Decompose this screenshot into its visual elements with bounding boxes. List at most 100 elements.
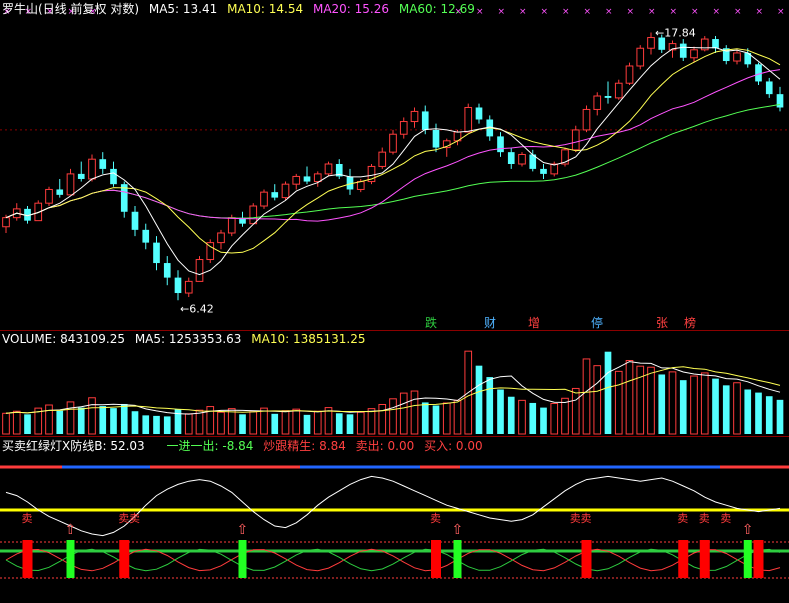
candle-body bbox=[765, 81, 773, 95]
volume-bar bbox=[776, 399, 784, 434]
volume-panel-header: VOLUME: 843109.25 MA5: 1253353.63 MA10: … bbox=[2, 332, 371, 346]
limit-marker: × bbox=[519, 7, 527, 17]
volume-bar bbox=[99, 406, 107, 434]
stock-name: 罗牛山 bbox=[2, 2, 39, 16]
buy-arrow-icon: ⇧ bbox=[742, 522, 754, 538]
volume-bar bbox=[410, 390, 419, 435]
sell-label: 卖 bbox=[430, 512, 441, 525]
volume-bar bbox=[658, 374, 666, 434]
volume-bar bbox=[56, 410, 64, 434]
red-light-bar bbox=[431, 540, 441, 578]
volume-bar bbox=[131, 411, 139, 434]
volume-bar bbox=[346, 414, 354, 434]
sell-label: 卖 bbox=[118, 512, 129, 525]
red-light-bar bbox=[699, 540, 710, 578]
volume-bar bbox=[712, 378, 719, 434]
candle-body bbox=[679, 43, 687, 58]
high-annotation: ←17.84 bbox=[655, 27, 696, 40]
volume-bar bbox=[217, 411, 225, 435]
limit-marker: × bbox=[627, 7, 635, 17]
volume-bar bbox=[668, 371, 677, 435]
line-b-label: 防线B: 52.03 bbox=[70, 439, 145, 453]
candle-body bbox=[303, 176, 311, 182]
volume-bar bbox=[475, 365, 483, 434]
chart-canvas: × × × × × × × × × × × × × × × × × × × × ×←17.84←6.42⇧ ⇧ ⇧ ⇧卖卖卖卖… bbox=[0, 7, 789, 579]
candle-body bbox=[131, 211, 139, 230]
volume-bar bbox=[540, 407, 547, 434]
volume-bar bbox=[647, 366, 655, 435]
sell-label: 卖 bbox=[720, 512, 731, 525]
candle-body bbox=[356, 181, 365, 190]
candle-body bbox=[389, 133, 397, 153]
volume-bar bbox=[88, 397, 96, 435]
volume-bar bbox=[367, 408, 376, 435]
volume-bar bbox=[518, 399, 526, 435]
candle-body bbox=[163, 263, 171, 278]
volume-bar bbox=[497, 389, 504, 434]
candle-body bbox=[582, 108, 591, 131]
volume-bar bbox=[184, 413, 193, 435]
buy-arrow-icon: ⇧ bbox=[452, 522, 464, 538]
volume-bar bbox=[486, 377, 494, 434]
green-light-bar bbox=[453, 540, 462, 578]
candle-body bbox=[571, 129, 580, 151]
limit-marker: × bbox=[734, 7, 742, 17]
candle-body bbox=[712, 39, 719, 49]
candle-body bbox=[497, 136, 504, 153]
volume-bar bbox=[529, 402, 537, 434]
volume-bar bbox=[700, 372, 709, 435]
candle-body bbox=[647, 37, 655, 49]
candle-body bbox=[292, 175, 301, 185]
candle-body bbox=[313, 173, 322, 183]
candle-body bbox=[77, 173, 85, 179]
volume-bar bbox=[507, 396, 515, 434]
candle-body bbox=[2, 217, 10, 228]
limit-marker: × bbox=[584, 7, 592, 17]
ma60-label: MA60: 12.69 bbox=[398, 2, 475, 16]
volume-bar bbox=[561, 397, 569, 435]
limit-marker: × bbox=[713, 7, 721, 17]
candle-body bbox=[66, 173, 75, 196]
candle-body bbox=[174, 277, 182, 294]
chart-mode: (日线 前复权 对数) bbox=[38, 2, 140, 16]
volume-bar bbox=[593, 365, 602, 435]
candle-body bbox=[45, 188, 53, 204]
candle-body bbox=[432, 129, 440, 148]
signal-tag-ting: 停 bbox=[591, 316, 604, 330]
volume-bar bbox=[281, 410, 290, 435]
candle-body bbox=[399, 121, 408, 135]
price-volume-divider bbox=[0, 330, 789, 331]
candle-body bbox=[636, 47, 645, 67]
candle-body bbox=[227, 217, 236, 234]
green-light-bar bbox=[743, 540, 752, 578]
volume-bar bbox=[604, 351, 612, 434]
volume-bar bbox=[249, 411, 258, 435]
candle-body bbox=[281, 183, 290, 199]
volume-bar bbox=[625, 359, 634, 435]
volume-bar bbox=[453, 399, 462, 435]
candle-body bbox=[271, 192, 279, 198]
buy-arrow-icon: ⇧ bbox=[65, 522, 77, 538]
volume-bar bbox=[421, 402, 429, 434]
candle-body bbox=[378, 151, 387, 167]
candle-body bbox=[195, 259, 204, 282]
candle-body bbox=[421, 111, 429, 130]
sell-label: 卖 bbox=[581, 512, 592, 525]
sell-out-label: 卖出: 0.00 bbox=[355, 439, 415, 453]
limit-marker: × bbox=[756, 7, 764, 17]
candle-body bbox=[776, 94, 784, 108]
volume-bar bbox=[755, 392, 762, 434]
candle-body bbox=[410, 110, 419, 123]
candle-body bbox=[464, 106, 473, 133]
buy-in-label: 买入: 0.00 bbox=[424, 439, 483, 453]
limit-marker: × bbox=[541, 7, 549, 17]
limit-marker: × bbox=[605, 7, 613, 17]
candle-body bbox=[593, 95, 602, 110]
red-light-bar bbox=[581, 540, 592, 578]
low-annotation: ←6.42 bbox=[180, 302, 214, 315]
green-light-bar bbox=[66, 540, 75, 578]
indicator-name: 买卖红绿灯X bbox=[2, 439, 71, 453]
limit-marker: × bbox=[498, 7, 506, 17]
volume-bar bbox=[142, 415, 150, 434]
candle-body bbox=[475, 107, 483, 120]
